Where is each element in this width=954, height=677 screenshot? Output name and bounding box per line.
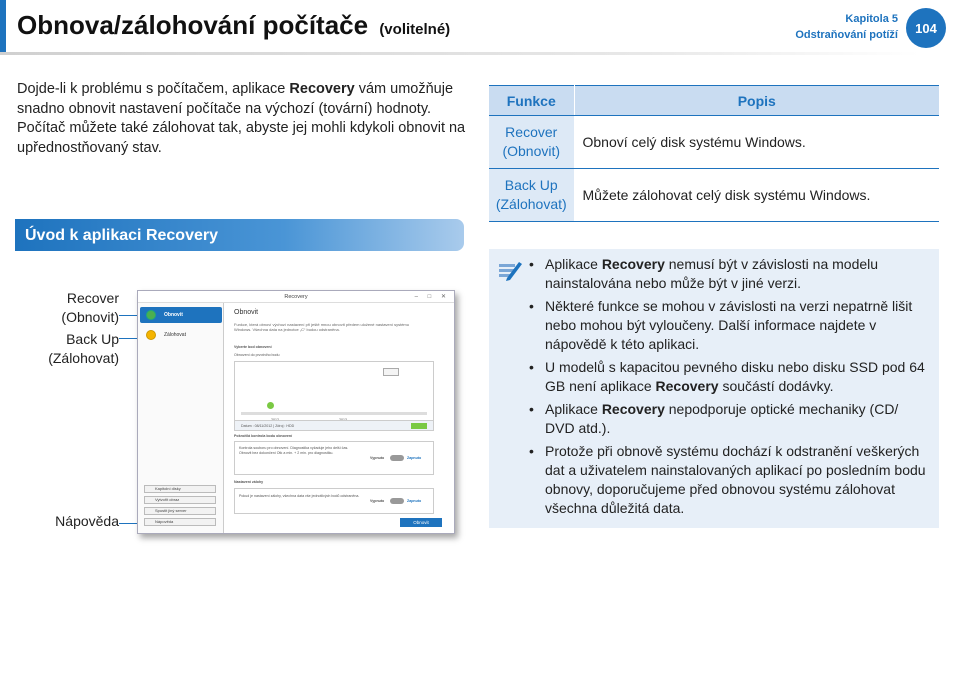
- sidebar-button-3[interactable]: Spustit jiný server: [144, 507, 216, 515]
- restore-point-meta-bar: Datum : 08/11/2012 | Zdroj : HDD: [235, 420, 433, 430]
- callout-recover: Recover (Obnovit): [61, 290, 119, 325]
- option-2-text: Pokud je nastavení zálohy, všechna data …: [239, 494, 360, 498]
- function-table: Funkce Popis Recover (Obnovit) Obnoví ce…: [489, 85, 939, 222]
- intro-bold: Recovery: [289, 81, 355, 97]
- restore-button[interactable]: Obnovit: [400, 518, 442, 527]
- sidebar-help-button[interactable]: Nápověda: [144, 518, 216, 526]
- note-item: U modelů s kapacitou pevného disku nebo …: [529, 358, 929, 396]
- note-bold: Recovery: [601, 401, 665, 417]
- page-title-text: Obnova/zálohování počítače: [17, 10, 369, 40]
- table-cell-function: Recover (Obnovit): [489, 115, 575, 169]
- table-header-function: Funkce: [489, 85, 575, 116]
- chapter-label: Kapitola 5 Odstraňování potíží: [795, 11, 898, 43]
- note-text: Aplikace: [545, 401, 602, 417]
- sidebar-item-recover[interactable]: Obnovit: [140, 307, 222, 323]
- option-1-toggle-on: Zapnuto: [407, 456, 422, 460]
- app-titlebar: Recovery – □ ✕: [138, 291, 454, 303]
- option-2-toggle-off: Vypnuto: [370, 499, 385, 503]
- note-bold: Recovery: [601, 256, 665, 272]
- sidebar-recover-label: Obnovit: [164, 312, 183, 318]
- note-text: Některé funkce se mohou v závislosti na …: [545, 298, 913, 352]
- option-1-toggle-off: Vypnuto: [370, 456, 385, 460]
- sidebar-item-backup[interactable]: Zálohovat: [140, 327, 222, 343]
- note-item: Protože při obnově systému dochází k ods…: [529, 442, 929, 518]
- main-description: Funkce, která obnoví výchozí nastavení p…: [234, 322, 409, 332]
- option-1-heading: Pokročilá kontrola bodu obnovení: [234, 434, 293, 438]
- sidebar-button-1[interactable]: Kapitolní disky: [144, 485, 216, 493]
- window-controls-icon[interactable]: – □ ✕: [415, 291, 450, 303]
- app-sidebar: Obnovit Zálohovat Kapitolní disky Vytvoř…: [138, 303, 224, 533]
- note-item: Aplikace Recovery nepodporuje optické me…: [529, 400, 929, 438]
- option-2-toggle-on: Zapnuto: [407, 499, 422, 503]
- camera-icon[interactable]: [383, 368, 399, 376]
- page-number-badge: 104: [906, 8, 946, 48]
- section-heading: Úvod k aplikaci Recovery: [15, 219, 464, 251]
- note-pencil-icon: [499, 262, 522, 281]
- page-title: Obnova/zálohování počítače (volitelné): [17, 10, 450, 41]
- callout-backup: Back Up (Zálohovat): [48, 331, 119, 366]
- recover-icon: [146, 310, 156, 320]
- option-2-toggle[interactable]: [390, 498, 404, 504]
- sidebar-backup-label: Zálohovat: [164, 332, 186, 338]
- table-cell-function: Back Up (Zálohovat): [489, 168, 575, 222]
- main-heading: Obnovit: [234, 309, 259, 316]
- note-text: Protože při obnově systému dochází k ods…: [545, 443, 926, 516]
- panel-subheading: Obnovení do prvotního bodu: [234, 353, 280, 357]
- sidebar-button-2[interactable]: Vytvořit obraz: [144, 496, 216, 504]
- page-title-suffix: (volitelné): [379, 21, 451, 38]
- note-text: Aplikace: [545, 256, 602, 272]
- option-2-heading: Nastavení zálohy: [234, 480, 264, 484]
- restore-point-meta: Datum : 08/11/2012 | Zdroj : HDD: [241, 424, 295, 428]
- restore-point-marker-icon[interactable]: [267, 402, 274, 409]
- callout-help: Nápověda: [55, 513, 119, 529]
- header-divider: [0, 52, 920, 55]
- intro-paragraph: Dojde-li k problému s počítačem, aplikac…: [17, 80, 467, 158]
- chapter-number: Kapitola 5: [845, 13, 898, 25]
- intro-text-1: Dojde-li k problému s počítačem, aplikac…: [17, 81, 290, 97]
- note-list: Aplikace Recovery nemusí být v závislost…: [529, 255, 929, 522]
- note-text: součástí dodávky.: [718, 378, 834, 394]
- table-row: Back Up (Zálohovat) Můžete zálohovat cel…: [489, 168, 939, 222]
- title-accent-bar: [0, 0, 6, 52]
- note-item: Některé funkce se mohou v závislosti na …: [529, 297, 929, 354]
- table-header-description: Popis: [574, 85, 939, 116]
- recovery-app-screenshot: Recovery – □ ✕ Obnovit Zálohovat Kapitol…: [137, 290, 455, 534]
- table-cell-description: Můžete zálohovat celý disk systému Windo…: [574, 168, 939, 222]
- table-row: Recover (Obnovit) Obnoví celý disk systé…: [489, 115, 939, 169]
- panel-heading: Vyberte bod obnovení: [234, 345, 272, 349]
- note-box: Aplikace Recovery nemusí být v závislost…: [489, 249, 939, 528]
- table-cell-description: Obnoví celý disk systému Windows.: [574, 115, 939, 169]
- option-1-box: Kontrola souboru pro obnovení. Diagnosti…: [234, 441, 434, 475]
- option-1-toggle[interactable]: [390, 455, 404, 461]
- backup-icon: [146, 330, 156, 340]
- note-bold: Recovery: [655, 378, 719, 394]
- option-2-box: Pokud je nastavení zálohy, všechna data …: [234, 488, 434, 514]
- note-item: Aplikace Recovery nemusí být v závislost…: [529, 255, 929, 293]
- app-window-title: Recovery: [284, 294, 308, 300]
- timeline-slider[interactable]: [241, 412, 427, 415]
- chapter-title: Odstraňování potíží: [795, 29, 898, 41]
- restore-point-panel: 2012 2013 Datum : 08/11/2012 | Zdroj : H…: [234, 361, 434, 431]
- option-1-text: Kontrola souboru pro obnovení. Diagnosti…: [239, 446, 349, 455]
- drive-icon: [411, 423, 427, 429]
- table-header-row: Funkce Popis: [489, 85, 939, 116]
